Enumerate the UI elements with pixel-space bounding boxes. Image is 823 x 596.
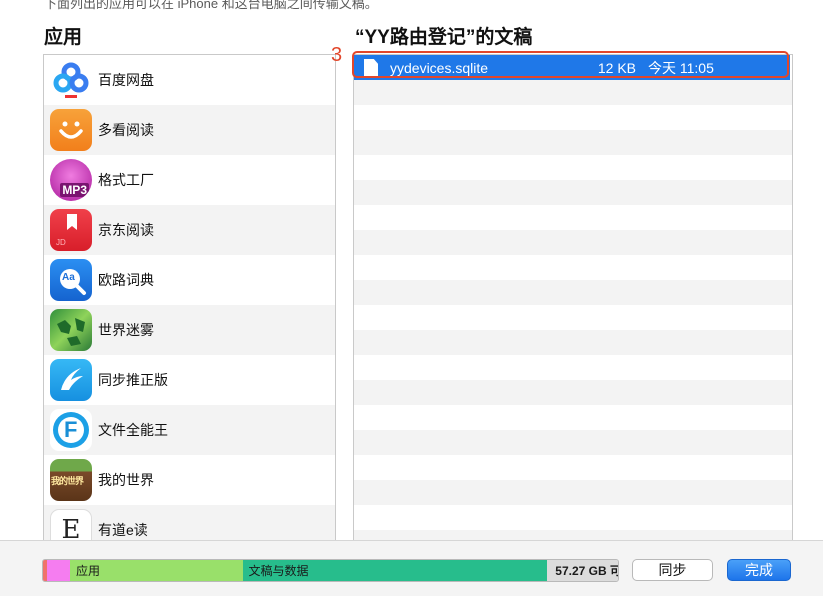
app-name: 多看阅读 <box>98 122 154 138</box>
app-name: 同步推正版 <box>98 372 168 388</box>
minecraft-badge: 我的世界 <box>51 476 84 486</box>
app-row-eudic[interactable]: Aa 欧路词典 <box>44 255 335 305</box>
e-badge: E <box>61 515 81 541</box>
sync-button[interactable]: 同步 <box>632 559 713 581</box>
app-row-youdao-eread[interactable]: E 有道e读 <box>44 505 335 541</box>
storage-segment-photos <box>47 560 71 581</box>
step-number-annotation: 3 <box>331 44 343 66</box>
app-name: 世界迷雾 <box>98 322 154 338</box>
step-highlight-box <box>352 51 789 78</box>
documents-column-title: “YY路由登记”的文稿 <box>355 27 533 48</box>
apps-column-title: 应用 <box>44 27 83 48</box>
documents-list[interactable]: yydevices.sqlite 12 KB 今天 11:05 <box>353 54 793 541</box>
storage-apps-label: 应用 <box>76 564 101 578</box>
tongbutui-icon <box>50 359 92 401</box>
app-name: 欧路词典 <box>98 272 154 288</box>
storage-segment-apps: 应用 <box>70 560 243 581</box>
app-name: 京东阅读 <box>98 222 154 238</box>
baidu-netdisk-icon <box>50 59 92 101</box>
app-row-baidu-netdisk[interactable]: 百度网盘 <box>44 55 335 105</box>
jd-badge: JD <box>56 238 66 247</box>
mp3-badge: MP3 <box>60 183 89 197</box>
bottom-toolbar: 应用 文稿与数据 57.27 GB 可用 同步 完成 <box>0 540 823 596</box>
app-row-format-factory[interactable]: MP3 格式工厂 <box>44 155 335 205</box>
storage-free-space: 57.27 GB 可用 <box>547 560 618 581</box>
storage-free-label: 57.27 GB 可用 <box>555 564 618 578</box>
done-button[interactable]: 完成 <box>727 559 791 581</box>
aa-badge: Aa <box>62 272 75 283</box>
format-factory-icon: MP3 <box>50 159 92 201</box>
minecraft-icon: 我的世界 <box>50 459 92 501</box>
f-badge: F <box>64 417 78 442</box>
storage-usage-bar: 应用 文稿与数据 57.27 GB 可用 <box>42 559 619 582</box>
app-name: 格式工厂 <box>98 172 154 188</box>
app-row-jd-reader[interactable]: JD 京东阅读 <box>44 205 335 255</box>
app-name: 我的世界 <box>98 472 154 488</box>
youdao-eread-icon: E <box>50 509 92 541</box>
app-name: 有道e读 <box>98 522 148 538</box>
apps-list[interactable]: 百度网盘 多看阅读 MP3 格式工厂 JD 京东阅读 Aa 欧路词典 世界迷雾 … <box>43 54 336 541</box>
instructions-caption: 下面列出的应用可以在 iPhone 和这台电脑之间传输文稿。 <box>44 0 378 11</box>
storage-segment-documents: 文稿与数据 <box>242 560 548 581</box>
app-row-duokan[interactable]: 多看阅读 <box>44 105 335 155</box>
app-row-tongbutui[interactable]: 同步推正版 <box>44 355 335 405</box>
eudic-icon: Aa <box>50 259 92 301</box>
fog-of-world-icon <box>50 309 92 351</box>
app-row-minecraft[interactable]: 我的世界 我的世界 <box>44 455 335 505</box>
app-name: 文件全能王 <box>98 422 168 438</box>
file-master-icon: F <box>50 409 92 451</box>
app-row-file-master[interactable]: F 文件全能王 <box>44 405 335 455</box>
jd-reader-icon: JD <box>50 209 92 251</box>
storage-docs-label: 文稿与数据 <box>248 564 309 578</box>
app-name: 百度网盘 <box>98 72 154 88</box>
app-row-fog-of-world[interactable]: 世界迷雾 <box>44 305 335 355</box>
duokan-icon <box>50 109 92 151</box>
